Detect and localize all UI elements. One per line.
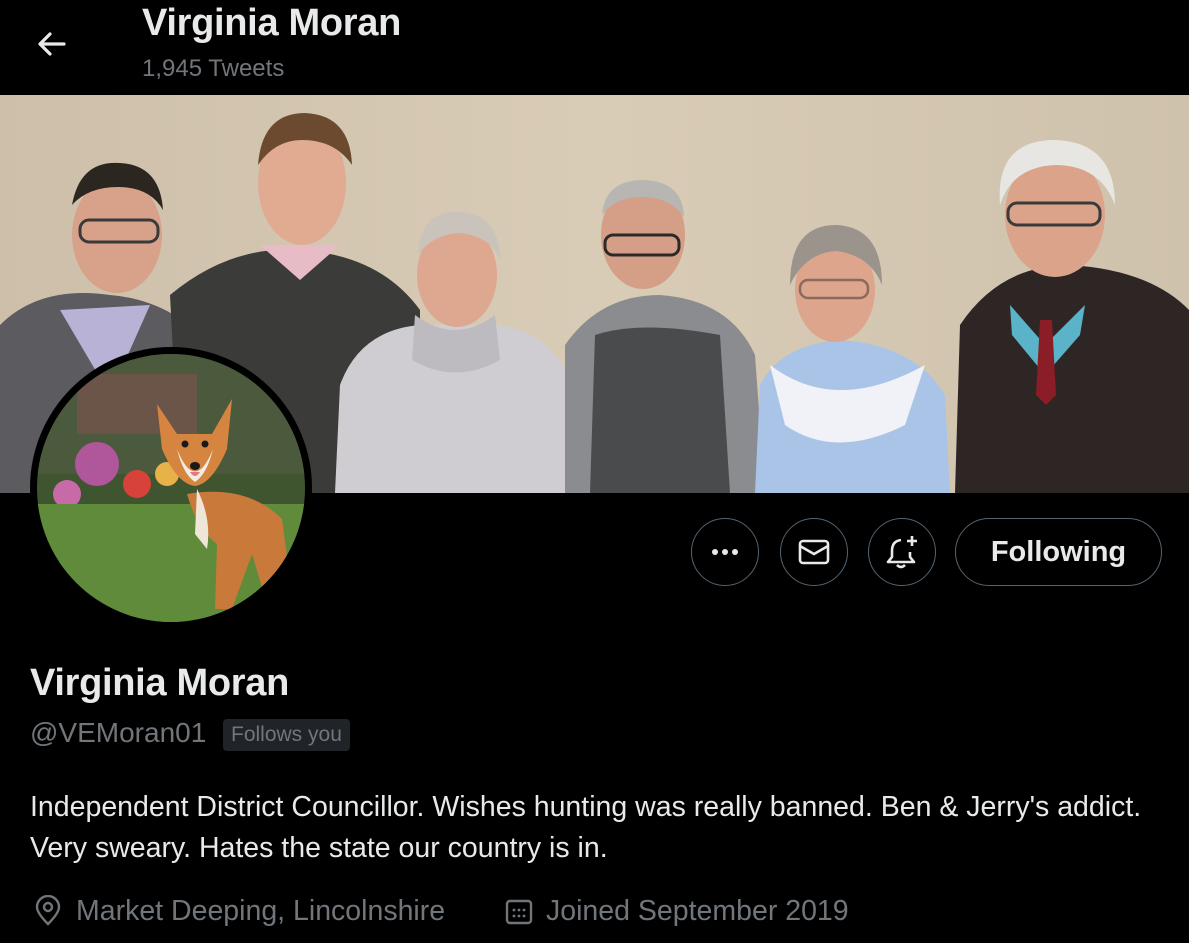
notify-button[interactable] xyxy=(868,518,936,586)
joined-text: Joined September 2019 xyxy=(546,894,849,927)
header-name: Virginia Moran xyxy=(142,2,402,44)
profile-avatar[interactable] xyxy=(30,347,312,629)
profile-handle: @VEMoran01 xyxy=(30,717,207,748)
location-text: Market Deeping, Lincolnshire xyxy=(76,894,446,927)
envelope-icon xyxy=(798,539,830,565)
location-pin-icon xyxy=(35,895,61,926)
profile-header: Virginia Moran 1,945 Tweets xyxy=(0,0,1189,95)
follows-you-badge: Follows you xyxy=(223,719,350,751)
message-button[interactable] xyxy=(780,518,848,586)
profile-bio: Independent District Councillor. Wishes … xyxy=(30,791,1142,864)
following-button[interactable]: Following xyxy=(955,518,1162,586)
more-button[interactable] xyxy=(691,518,759,586)
avatar-image xyxy=(37,354,305,622)
arrow-left-icon xyxy=(38,32,66,56)
more-horizontal-icon xyxy=(712,549,738,555)
bell-plus-icon xyxy=(886,536,917,569)
profile-joined: Joined September 2019 xyxy=(504,893,849,929)
tweet-count: 1,945 Tweets xyxy=(142,55,285,82)
profile-location: Market Deeping, Lincolnshire xyxy=(32,893,445,929)
back-button[interactable] xyxy=(30,22,74,66)
profile-name: Virginia Moran xyxy=(30,662,290,704)
calendar-icon xyxy=(505,899,533,925)
